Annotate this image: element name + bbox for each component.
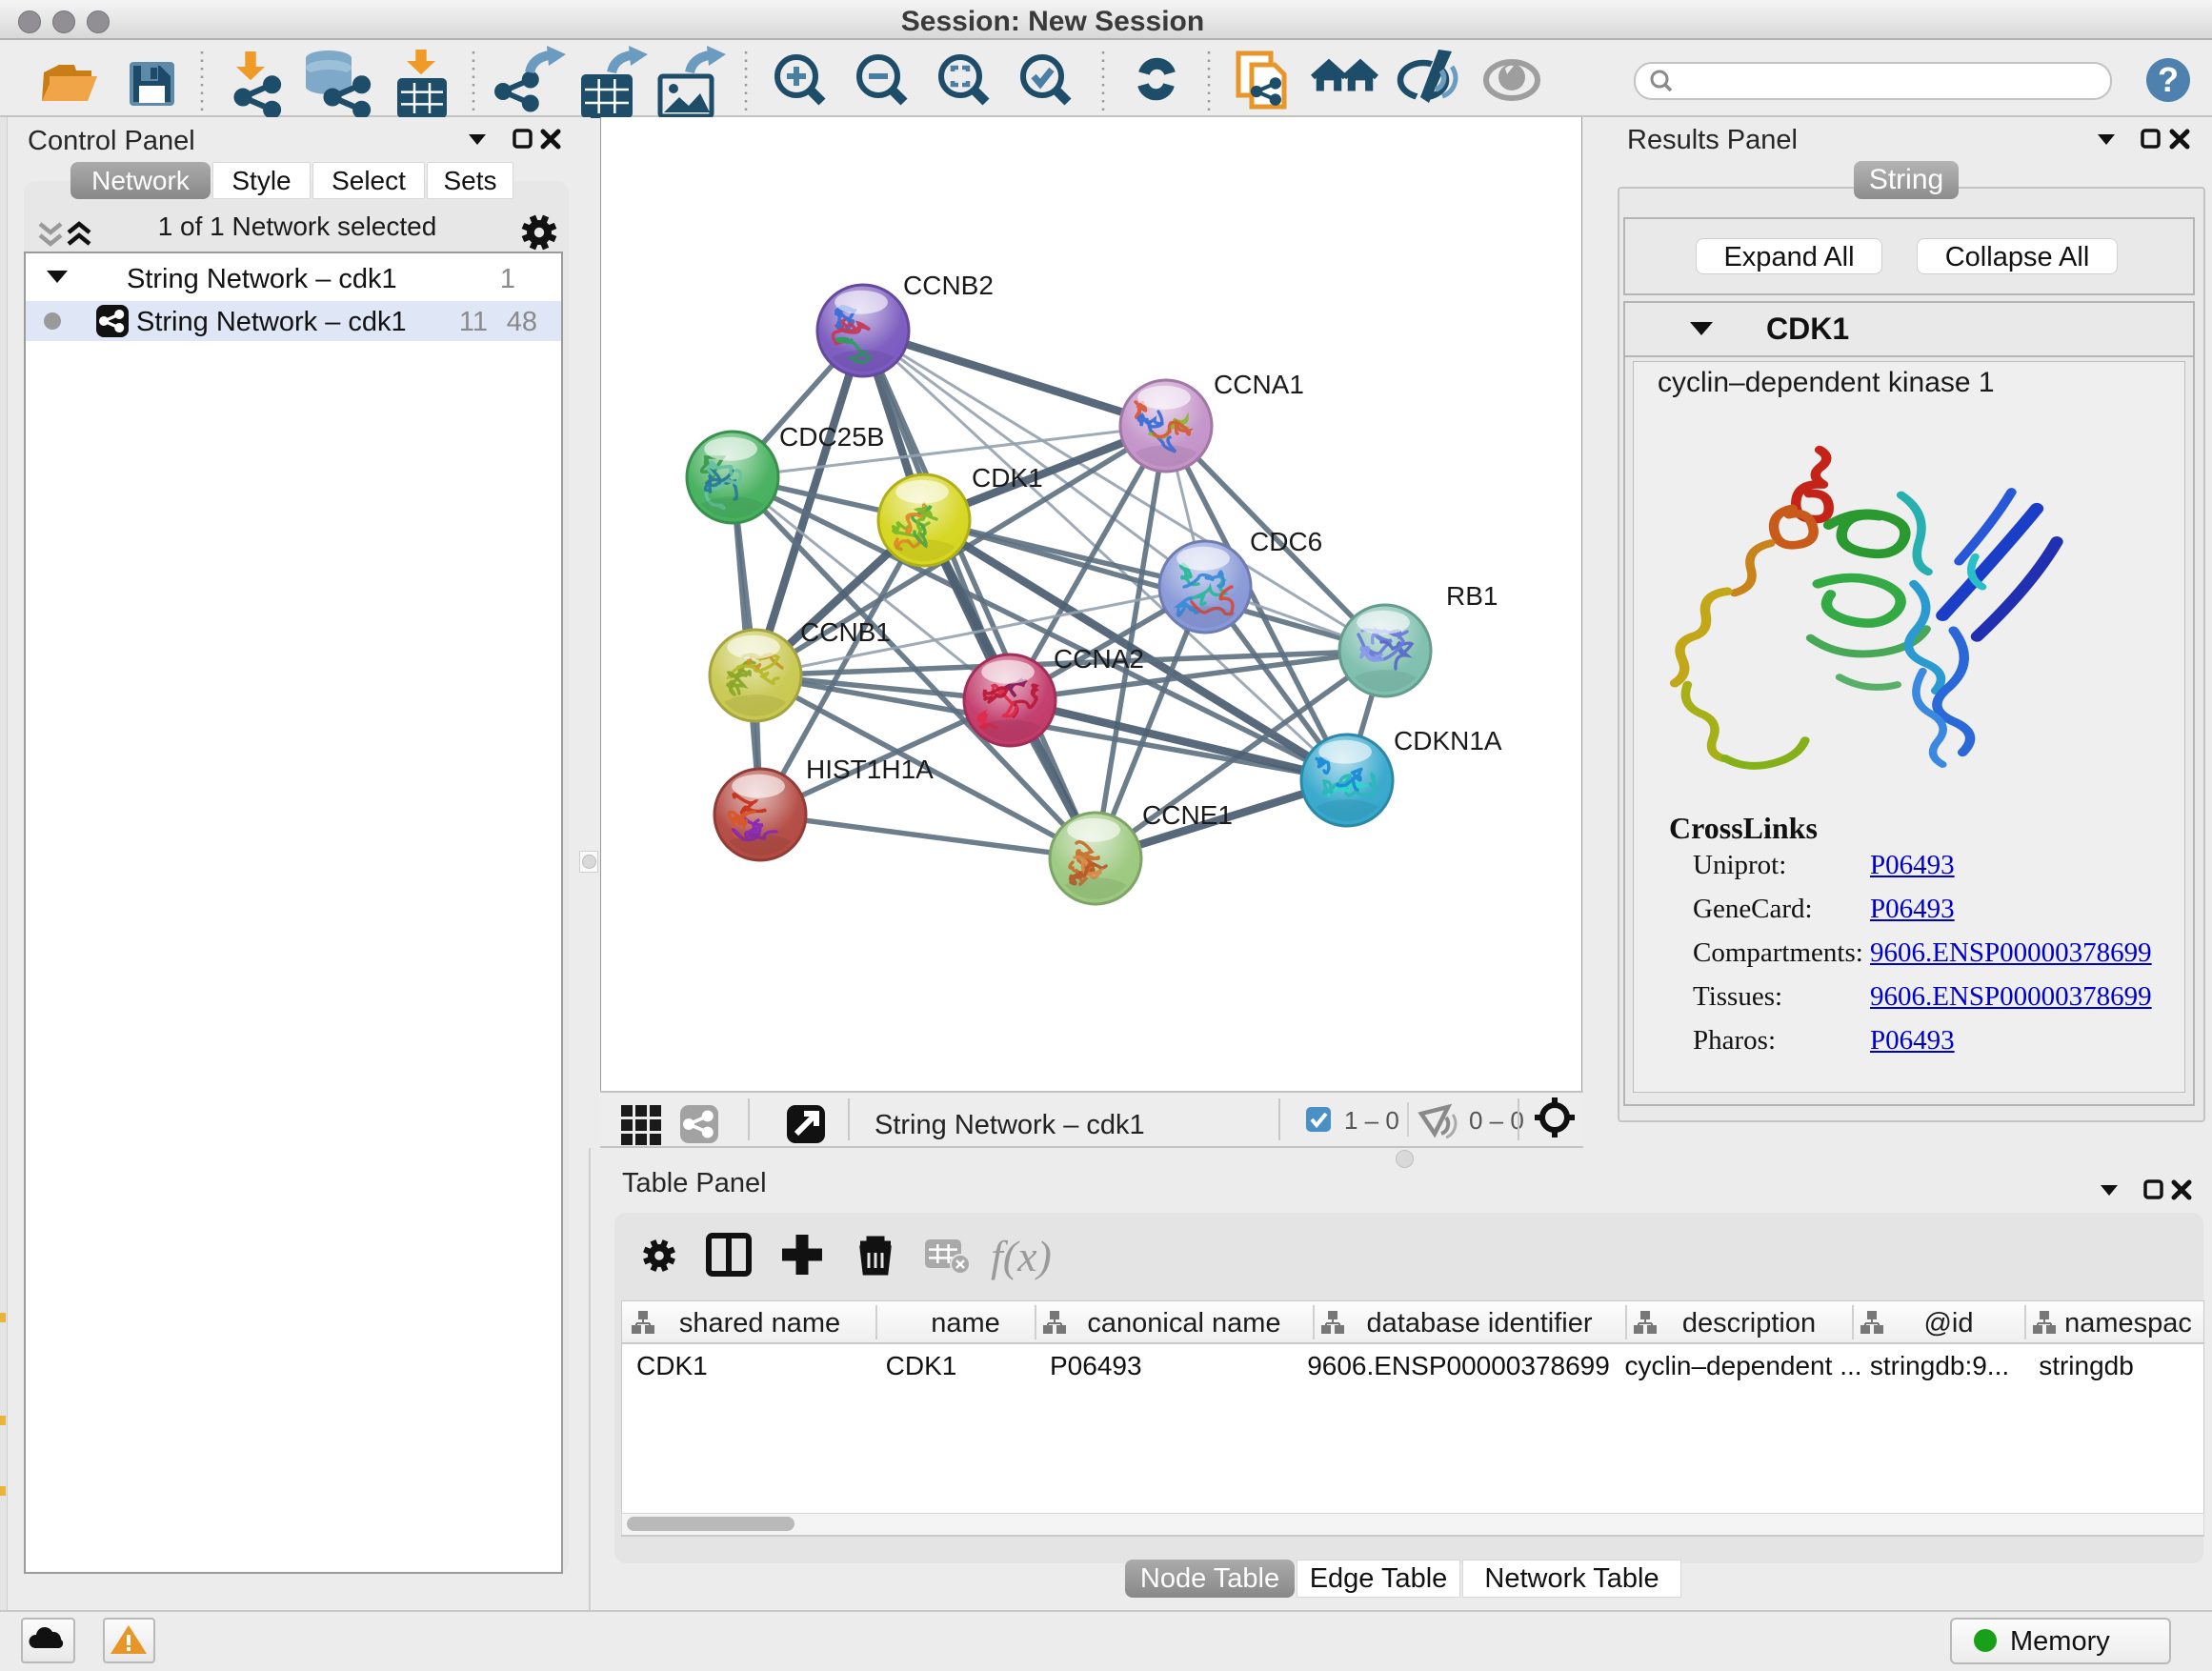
svg-text:48: 48	[507, 307, 537, 337]
svg-text:CDK1: CDK1	[972, 463, 1043, 493]
svg-text:CDC25B: CDC25B	[779, 422, 884, 452]
svg-text:1 – 0: 1 – 0	[1344, 1106, 1399, 1135]
svg-text:0 – 0: 0 – 0	[1469, 1106, 1524, 1135]
svg-text:CCNA1: CCNA1	[1214, 370, 1304, 399]
svg-text:RB1: RB1	[1446, 581, 1498, 611]
svg-text:CCNB1: CCNB1	[800, 617, 891, 647]
svg-text:CDC6: CDC6	[1250, 527, 1322, 556]
svg-text:CCNB2: CCNB2	[903, 271, 994, 300]
svg-text:HIST1H1A: HIST1H1A	[806, 755, 934, 784]
svg-text:CDKN1A: CDKN1A	[1394, 726, 1502, 755]
svg-text:String Network – cdk1: String Network – cdk1	[127, 264, 397, 294]
svg-text:?: ?	[2158, 60, 2179, 99]
svg-text:CCNE1: CCNE1	[1142, 800, 1233, 830]
svg-text:11: 11	[459, 307, 488, 337]
svg-text:String Network – cdk1: String Network – cdk1	[875, 1110, 1145, 1140]
svg-text:CCNA2: CCNA2	[1054, 644, 1144, 674]
svg-text:CDK1: CDK1	[1766, 312, 1849, 346]
svg-text:1: 1	[500, 264, 515, 294]
svg-text:String Network – cdk1: String Network – cdk1	[136, 307, 407, 337]
